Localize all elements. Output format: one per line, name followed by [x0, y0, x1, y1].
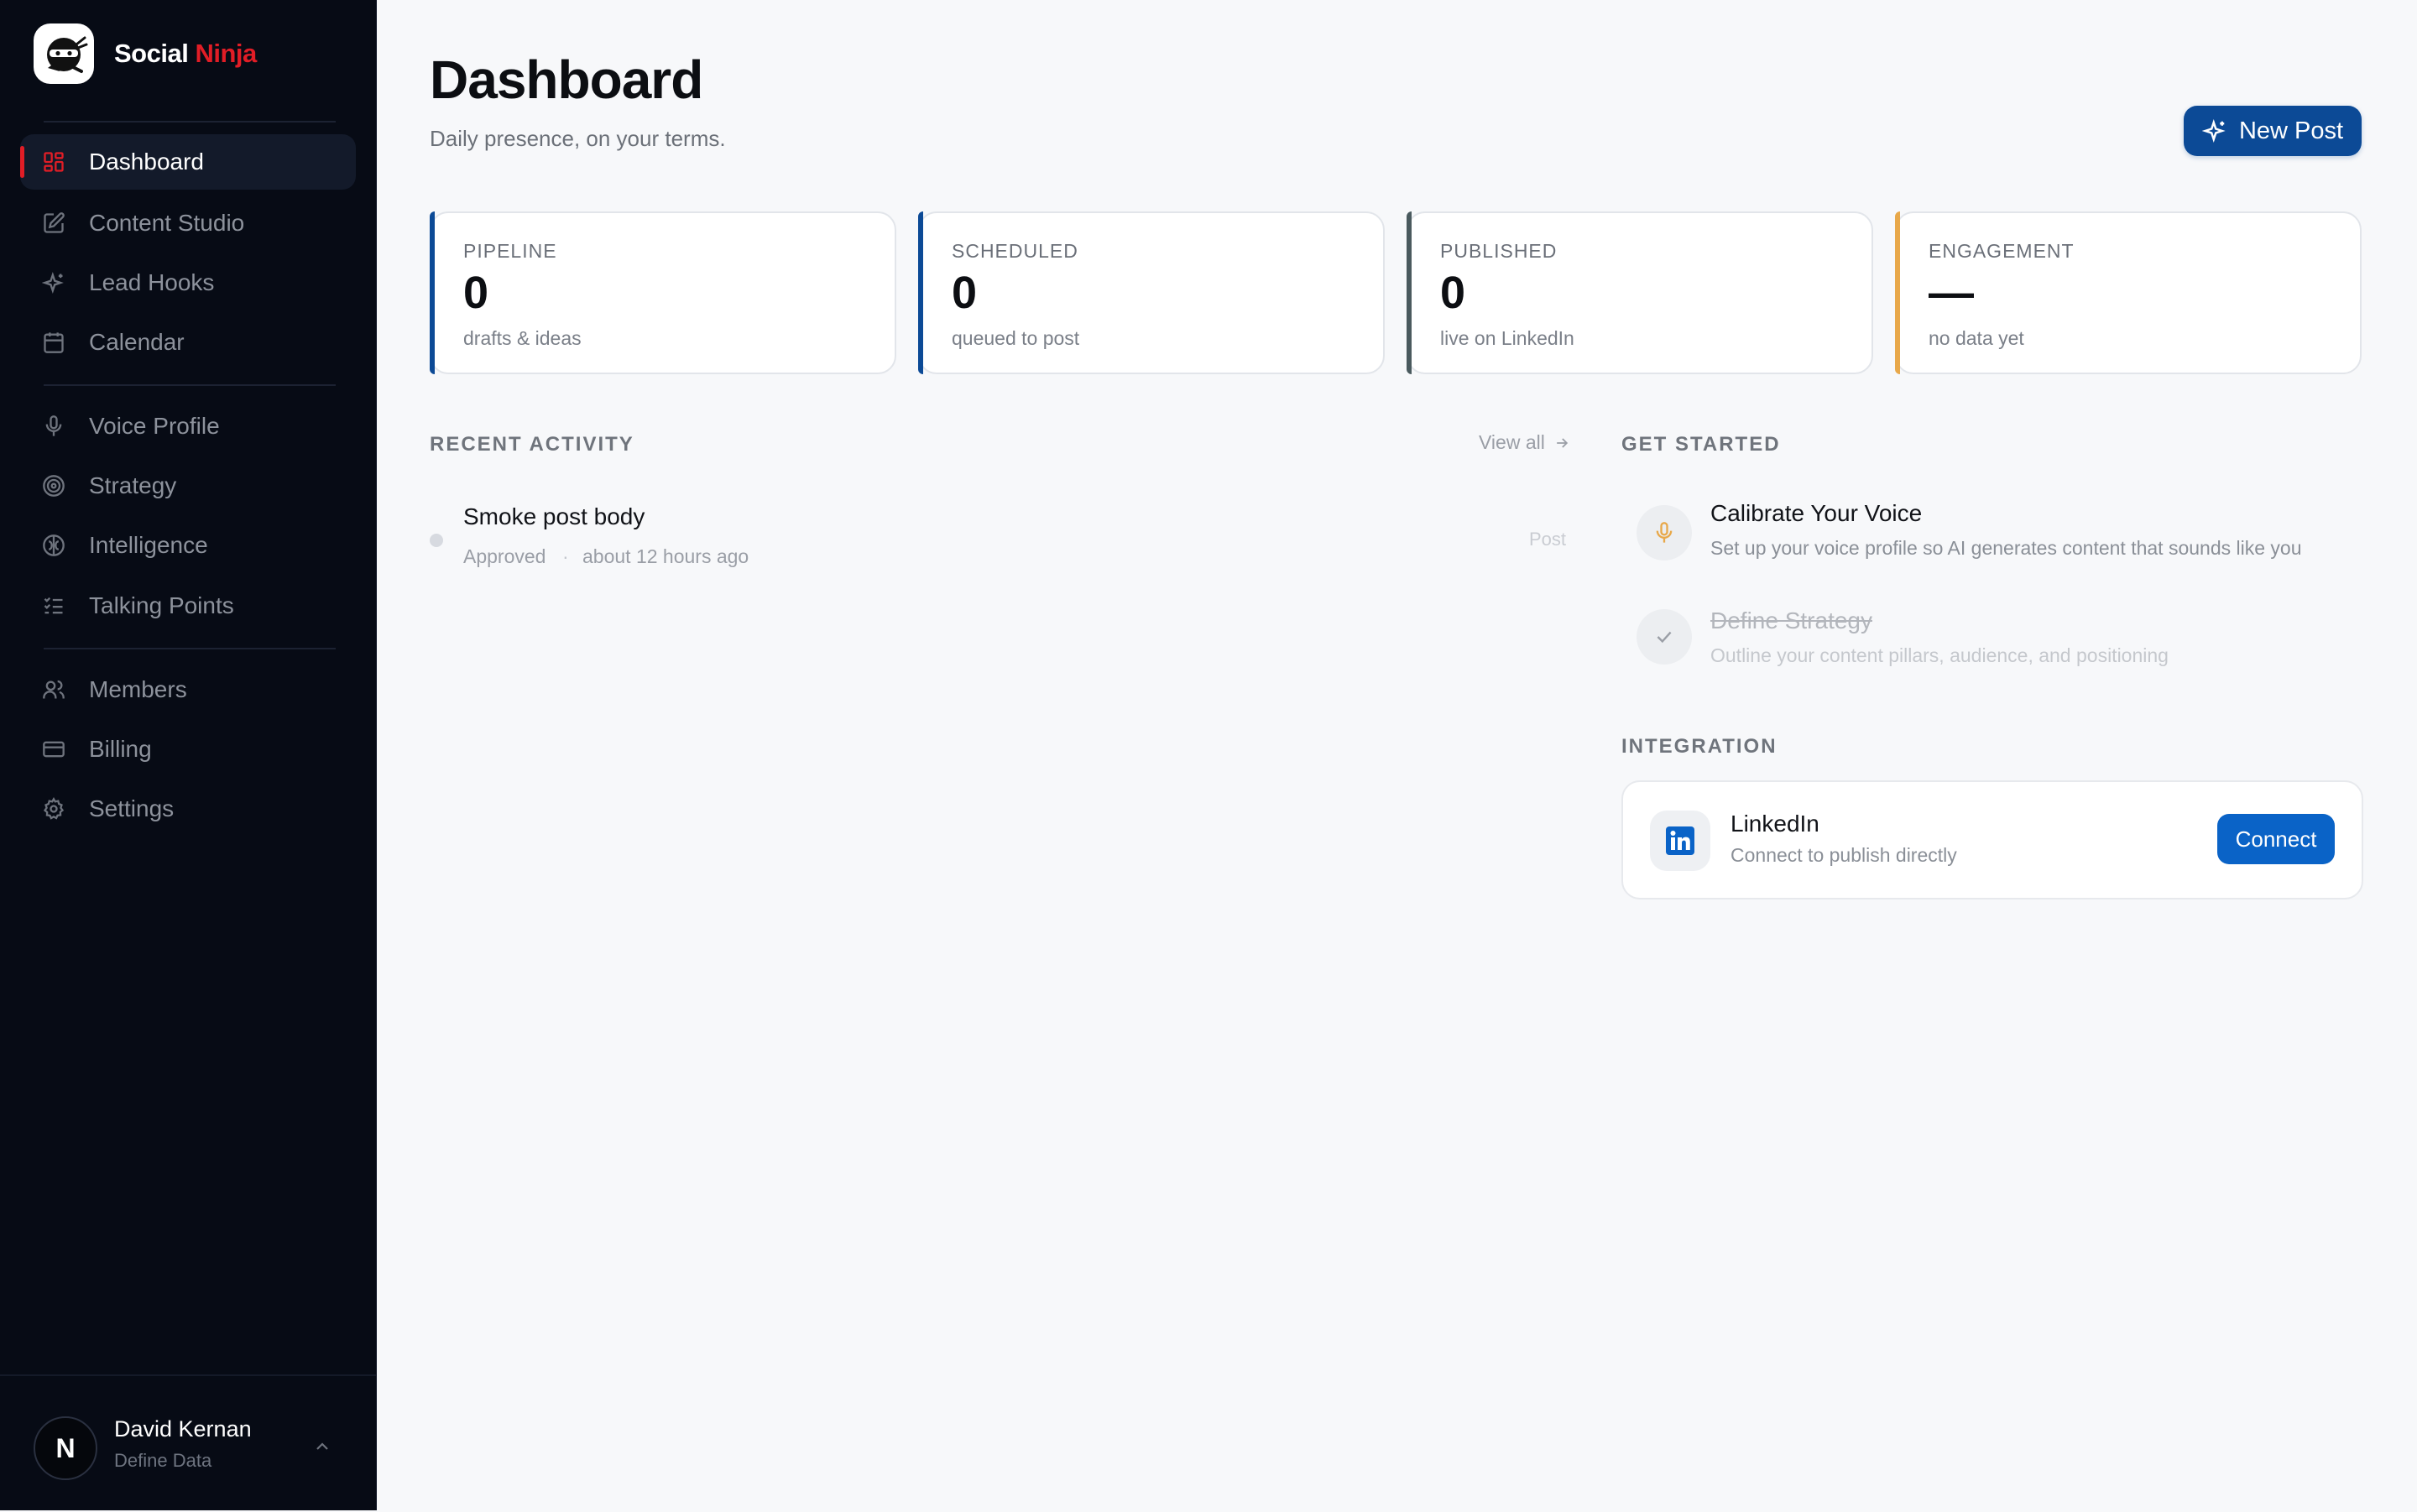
sidebar-item-label: Members [89, 676, 187, 702]
get-started-heading: GET STARTED [1621, 433, 1781, 456]
edit-icon [40, 210, 67, 237]
activity-title: Smoke post body [463, 503, 645, 529]
connect-button[interactable]: Connect [2217, 814, 2335, 864]
sidebar-divider [44, 121, 336, 123]
stat-label: PIPELINE [463, 240, 557, 262]
stat-note: drafts & ideas [463, 327, 582, 349]
stat-value: 0 [1440, 268, 1466, 318]
view-all-link[interactable]: View all [1479, 431, 1570, 454]
view-all-label: View all [1479, 431, 1545, 453]
microphone-icon [1637, 505, 1692, 560]
sidebar-item-label: Lead Hooks [89, 269, 215, 295]
users-icon [40, 676, 67, 703]
avatar: N [34, 1416, 97, 1480]
app-name-part1: Social [114, 39, 189, 68]
sidebar-item-label: Voice Profile [89, 413, 220, 439]
linkedin-icon [1650, 811, 1710, 871]
stat-accent [918, 211, 923, 374]
ninja-logo-icon [34, 23, 94, 84]
sidebar: Social Ninja Dashboard Content Studio Le… [0, 0, 377, 1510]
sidebar-item-label: Intelligence [89, 532, 208, 558]
sidebar-item-talking-points[interactable]: Talking Points [20, 578, 356, 633]
step-description: Set up your voice profile so AI generate… [1710, 537, 2302, 559]
app-name: Social Ninja [114, 39, 257, 69]
stat-card-pipeline[interactable]: PIPELINE 0 drafts & ideas [430, 211, 896, 374]
sidebar-divider [44, 384, 336, 386]
sidebar-item-label: Talking Points [89, 592, 234, 618]
sparkles-icon [2201, 118, 2227, 143]
stat-label: ENGAGEMENT [1929, 240, 2075, 262]
stat-value: — [1929, 268, 1974, 318]
calendar-icon [40, 329, 67, 356]
page-title: Dashboard [430, 50, 703, 110]
sidebar-item-members[interactable]: Members [20, 662, 356, 717]
sidebar-item-lead-hooks[interactable]: Lead Hooks [20, 255, 356, 310]
sidebar-item-dashboard[interactable]: Dashboard [20, 134, 356, 190]
check-icon [1637, 609, 1692, 665]
recent-activity-heading: RECENT ACTIVITY [430, 433, 634, 456]
stat-note: no data yet [1929, 327, 2024, 349]
sidebar-item-content-studio[interactable]: Content Studio [20, 196, 356, 251]
activity-status: Approved [463, 545, 546, 567]
sparkles-icon [40, 269, 67, 296]
stat-accent [1407, 211, 1412, 374]
user-org: Define Data [114, 1450, 212, 1471]
credit-card-icon [40, 736, 67, 763]
user-name: David Kernan [114, 1416, 252, 1442]
user-menu[interactable]: N David Kernan Define Data [0, 1374, 376, 1512]
stat-note: live on LinkedIn [1440, 327, 1574, 349]
sidebar-item-billing[interactable]: Billing [20, 722, 356, 777]
sidebar-item-calendar[interactable]: Calendar [20, 315, 356, 370]
sidebar-item-settings[interactable]: Settings [20, 781, 356, 837]
activity-separator: · [562, 545, 569, 567]
activity-time: about 12 hours ago [582, 545, 749, 567]
grid-icon [40, 149, 67, 175]
sidebar-item-label: Billing [89, 736, 152, 762]
microphone-icon [40, 413, 67, 440]
integration-heading: INTEGRATION [1621, 735, 1778, 758]
sidebar-item-label: Strategy [89, 472, 177, 498]
stat-card-scheduled[interactable]: SCHEDULED 0 queued to post [918, 211, 1385, 374]
checklist-icon [40, 592, 67, 619]
sidebar-item-voice-profile[interactable]: Voice Profile [20, 399, 356, 454]
activity-type: Post [1529, 529, 1567, 550]
app-logo[interactable]: Social Ninja [34, 23, 257, 84]
page-subtitle: Daily presence, on your terms. [430, 126, 726, 151]
stat-card-published[interactable]: PUBLISHED 0 live on LinkedIn [1407, 211, 1873, 374]
gear-icon [40, 795, 67, 822]
arrow-right-icon [1553, 435, 1570, 451]
sidebar-item-label: Settings [89, 795, 175, 821]
stat-value: 0 [463, 268, 489, 318]
sidebar-item-label: Dashboard [89, 149, 204, 175]
app-name-part2: Ninja [195, 39, 257, 68]
stat-note: queued to post [952, 327, 1080, 349]
linkedin-integration-card: LinkedIn Connect to publish directly Con… [1621, 780, 2363, 899]
stat-accent [1895, 211, 1900, 374]
stat-accent [430, 211, 435, 374]
new-post-label: New Post [2238, 117, 2344, 144]
brain-icon [40, 532, 67, 559]
stat-label: SCHEDULED [952, 240, 1078, 262]
sidebar-item-label: Content Studio [89, 210, 245, 236]
sidebar-item-label: Calendar [89, 329, 185, 355]
activity-status-dot [430, 534, 443, 547]
sidebar-item-strategy[interactable]: Strategy [20, 458, 356, 514]
integration-name: LinkedIn [1731, 811, 1819, 837]
step-description: Outline your content pillars, audience, … [1710, 644, 2169, 666]
stat-label: PUBLISHED [1440, 240, 1558, 262]
sidebar-divider [44, 648, 336, 649]
integration-description: Connect to publish directly [1731, 844, 1957, 866]
stat-card-engagement[interactable]: ENGAGEMENT — no data yet [1895, 211, 2362, 374]
chevron-up-icon[interactable] [312, 1436, 332, 1461]
step-title: Calibrate Your Voice [1710, 500, 1923, 526]
step-title: Define Strategy [1710, 607, 1872, 633]
stat-value: 0 [952, 268, 978, 318]
sidebar-item-intelligence[interactable]: Intelligence [20, 518, 356, 573]
main-content: Dashboard Daily presence, on your terms.… [376, 0, 2417, 1510]
new-post-button[interactable]: New Post [2184, 106, 2362, 156]
target-icon [40, 472, 67, 499]
